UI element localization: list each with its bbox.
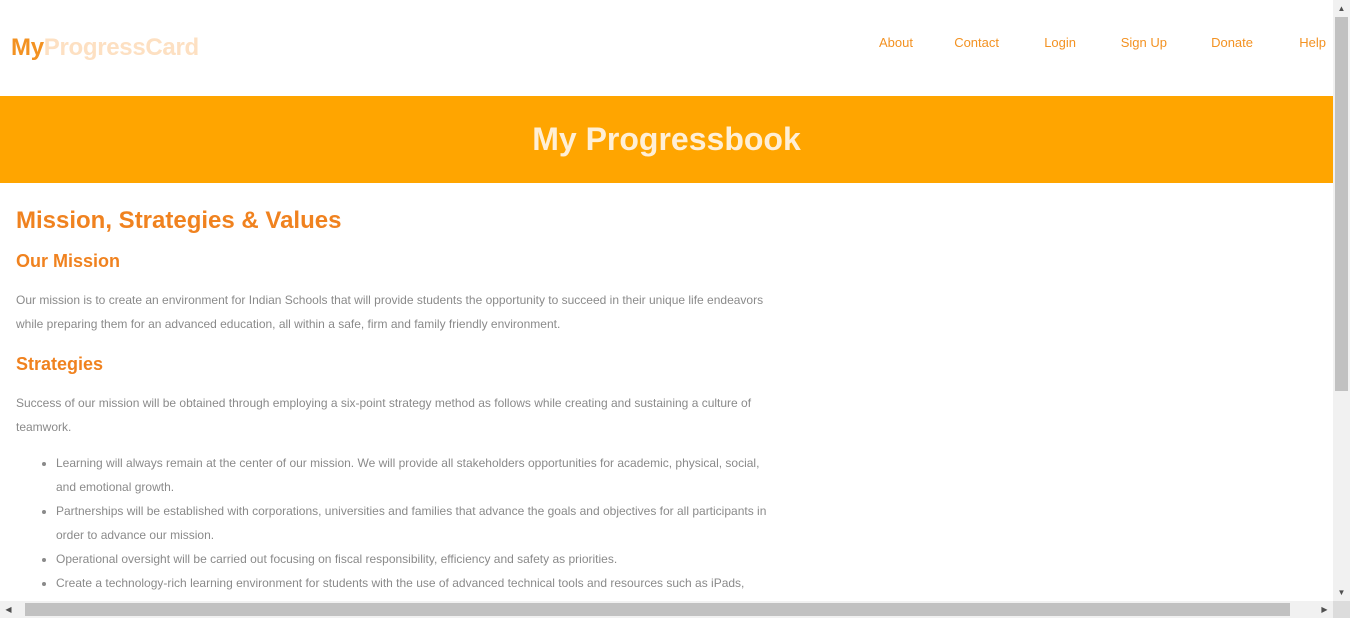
site-logo[interactable]: MyProgressCard: [11, 34, 199, 62]
scroll-right-arrow-icon[interactable]: ▶: [1316, 601, 1333, 618]
list-item-line-1: Operational oversight will be carried ou…: [56, 552, 618, 566]
nav-login-link[interactable]: Login: [1044, 35, 1076, 50]
nav-help-link[interactable]: Help: [1299, 35, 1326, 50]
site-header: MyProgressCard About Contact Login Sign …: [0, 0, 1333, 96]
page-title: Mission, Strategies & Values: [16, 207, 342, 234]
mission-line-1: Our mission is to create an environment …: [16, 293, 764, 307]
list-item-line-2: order to advance our mission.: [56, 528, 215, 542]
mission-heading: Our Mission: [16, 251, 121, 271]
main-content: Mission, Strategies & Values Our Mission…: [0, 206, 792, 595]
scroll-left-arrow-icon[interactable]: ◀: [0, 601, 17, 618]
scrollbar-corner: [1333, 601, 1350, 618]
strategies-intro-line-1: Success of our mission will be obtained …: [16, 396, 752, 410]
strategies-intro-line-2: teamwork.: [16, 420, 72, 434]
nav-signup-link[interactable]: Sign Up: [1121, 35, 1167, 50]
list-item: Learning will always remain at the cente…: [56, 451, 776, 499]
logo-text-progresscard: ProgressCard: [43, 34, 199, 61]
strategies-intro: Success of our mission will be obtained …: [16, 391, 776, 439]
vertical-scroll-thumb[interactable]: [1335, 17, 1348, 391]
strategies-heading: Strategies: [16, 354, 104, 374]
scroll-up-arrow-icon[interactable]: ▲: [1333, 0, 1350, 17]
list-item-line-1: Learning will always remain at the cente…: [56, 456, 760, 470]
horizontal-scrollbar[interactable]: ◀ ▶: [0, 601, 1333, 618]
nav-contact-link[interactable]: Contact: [954, 35, 999, 50]
list-item-line-1: Create a technology-rich learning enviro…: [56, 576, 745, 590]
list-item: Partnerships will be established with co…: [56, 499, 776, 547]
scroll-down-arrow-icon[interactable]: ▼: [1333, 584, 1350, 601]
list-item: Operational oversight will be carried ou…: [56, 547, 776, 571]
vertical-scrollbar[interactable]: ▲ ▼: [1333, 0, 1350, 601]
list-item-line-2: and emotional growth.: [56, 480, 175, 494]
list-item: Create a technology-rich learning enviro…: [56, 571, 776, 595]
strategies-list: Learning will always remain at the cente…: [16, 451, 776, 595]
mission-text: Our mission is to create an environment …: [16, 288, 776, 336]
mission-line-2: while preparing them for an advanced edu…: [16, 317, 561, 331]
page-viewport: MyProgressCard About Contact Login Sign …: [0, 0, 1333, 601]
nav-about-link[interactable]: About: [879, 35, 913, 50]
banner-title: My Progressbook: [532, 121, 801, 157]
horizontal-scroll-thumb[interactable]: [25, 603, 1290, 616]
list-item-line-1: Partnerships will be established with co…: [56, 504, 767, 518]
nav-donate-link[interactable]: Donate: [1211, 35, 1253, 50]
hero-banner: My Progressbook: [0, 96, 1333, 183]
logo-text-my: My: [11, 34, 44, 61]
